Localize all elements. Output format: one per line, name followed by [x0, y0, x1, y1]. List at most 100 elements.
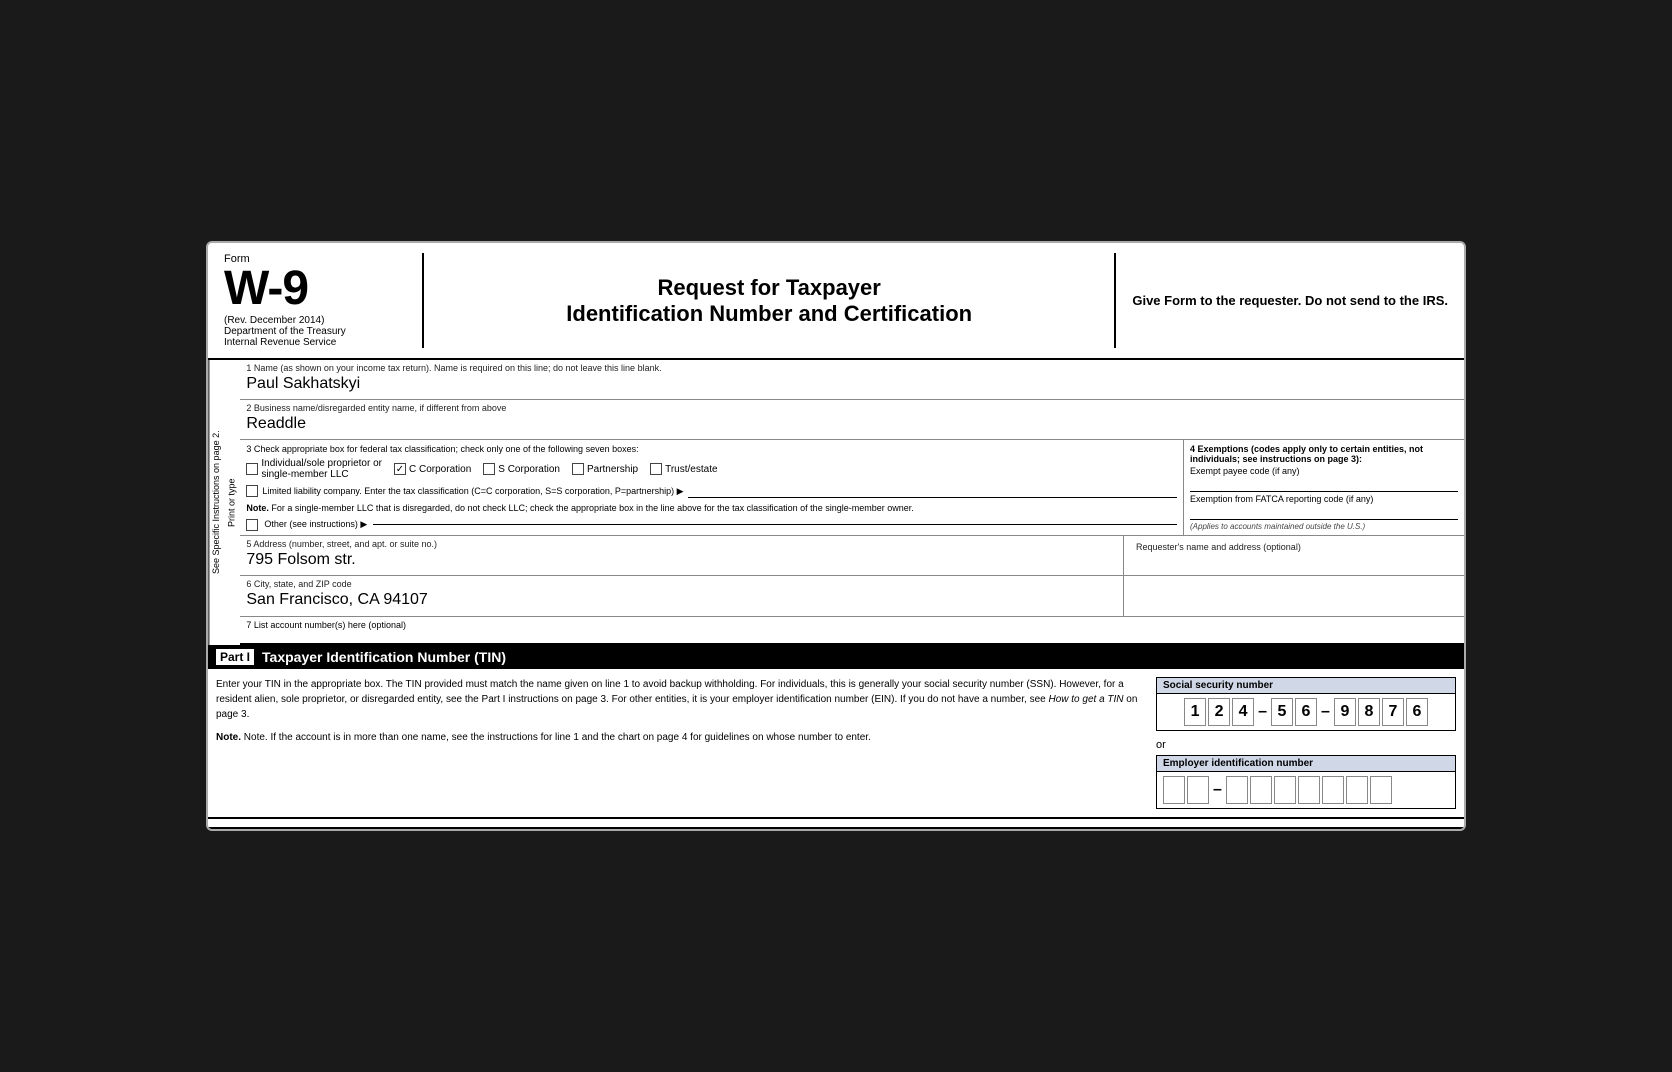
- field5-left: 5 Address (number, street, and apt. or s…: [240, 536, 1124, 575]
- field2-label: 2 Business name/disregarded entity name,…: [240, 400, 1464, 413]
- ein-digit-3[interactable]: [1226, 776, 1248, 804]
- main-content: 1 Name (as shown on your income tax retu…: [240, 360, 1464, 645]
- field6-row: 6 City, state, and ZIP code San Francisc…: [240, 576, 1464, 617]
- ein-digit-6[interactable]: [1298, 776, 1320, 804]
- ein-digit-2[interactable]: [1187, 776, 1209, 804]
- checkbox-partnership-label: Partnership: [587, 464, 638, 475]
- classification-row: 3 Check appropriate box for federal tax …: [240, 440, 1464, 536]
- field2-value[interactable]: Readdle: [240, 413, 1464, 439]
- ssn-dash-1: –: [1256, 703, 1269, 721]
- field1-value[interactable]: Paul Sakhatskyi: [240, 373, 1464, 399]
- ssn-digit-7[interactable]: 8: [1358, 698, 1380, 726]
- ein-digit-4[interactable]: [1250, 776, 1272, 804]
- part-i-para1: Enter your TIN in the appropriate box. T…: [216, 677, 1140, 722]
- note-bold: Note.: [246, 503, 269, 513]
- ssn-digit-1[interactable]: 1: [1184, 698, 1206, 726]
- llc-line[interactable]: [688, 484, 1177, 498]
- part-i-instructions-text: Enter your TIN in the appropriate box. T…: [216, 679, 1124, 705]
- ein-dash: –: [1211, 781, 1224, 799]
- side-label: See Specific Instructions on page 2. Pri…: [208, 360, 240, 645]
- exempt-payee-line[interactable]: [1190, 478, 1458, 492]
- checkbox-s-corp-box[interactable]: [483, 463, 495, 475]
- form-dept1: Department of the Treasury: [224, 326, 406, 337]
- checkbox-trust-box[interactable]: [650, 463, 662, 475]
- checkbox-individual[interactable]: Individual/sole proprietor orsingle-memb…: [246, 458, 382, 480]
- checkbox-llc-box[interactable]: [246, 485, 258, 497]
- ssn-digit-2[interactable]: 2: [1208, 698, 1230, 726]
- field6-left: 6 City, state, and ZIP code San Francisc…: [240, 576, 1124, 616]
- checkbox-s-corp[interactable]: S Corporation: [483, 463, 560, 475]
- checkbox-c-corp[interactable]: ✓ C Corporation: [394, 463, 471, 475]
- ssn-digit-5[interactable]: 6: [1295, 698, 1317, 726]
- requester-value-section[interactable]: [1124, 576, 1464, 616]
- ein-digit-5[interactable]: [1274, 776, 1296, 804]
- exempt-payee-item: Exempt payee code (if any): [1190, 466, 1458, 492]
- ein-label: Employer identification number: [1157, 756, 1455, 772]
- checkbox-individual-box[interactable]: [246, 463, 258, 475]
- form-id-section: Form W-9 (Rev. December 2014) Department…: [224, 253, 424, 348]
- ein-digit-9[interactable]: [1370, 776, 1392, 804]
- part-i-section: Part I Taxpayer Identification Number (T…: [208, 645, 1464, 829]
- ssn-digits-row: 1 2 4 – 5 6 – 9 8 7 6: [1157, 694, 1455, 730]
- other-line[interactable]: [373, 524, 1177, 525]
- llc-row: Limited liability company. Enter the tax…: [246, 484, 1177, 498]
- part-i-label: Part I: [216, 649, 254, 665]
- exemptions-section: 4 Exemptions (codes apply only to certai…: [1184, 440, 1464, 535]
- classification-left: 3 Check appropriate box for federal tax …: [240, 440, 1184, 535]
- fatca-label: Exemption from FATCA reporting code (if …: [1190, 494, 1373, 504]
- ssn-digit-8[interactable]: 7: [1382, 698, 1404, 726]
- field5-value[interactable]: 795 Folsom str.: [240, 549, 1123, 575]
- note-text: For a single-member LLC that is disregar…: [271, 503, 913, 513]
- form-title-line2: Identification Number and Certification: [566, 301, 972, 327]
- exemptions-header: 4 Exemptions (codes apply only to certai…: [1190, 444, 1458, 464]
- form-rev: (Rev. December 2014): [224, 315, 406, 326]
- part-i-tin-boxes: Social security number 1 2 4 – 5 6 – 9 8…: [1156, 677, 1456, 809]
- other-row: Other (see instructions) ▶: [246, 519, 1177, 531]
- applies-note: (Applies to accounts maintained outside …: [1190, 522, 1458, 531]
- note-row: Note. For a single-member LLC that is di…: [246, 502, 1177, 515]
- field2-row: 2 Business name/disregarded entity name,…: [240, 400, 1464, 440]
- field6-value[interactable]: San Francisco, CA 94107: [240, 589, 1123, 615]
- llc-text: Limited liability company. Enter the tax…: [262, 486, 683, 497]
- checkbox-trust[interactable]: Trust/estate: [650, 463, 717, 475]
- form-title-section: Request for Taxpayer Identification Numb…: [424, 253, 1114, 348]
- checkbox-partnership[interactable]: Partnership: [572, 463, 638, 475]
- form-header: Form W-9 (Rev. December 2014) Department…: [208, 243, 1464, 360]
- ssn-digit-9[interactable]: 6: [1406, 698, 1428, 726]
- field1-label: 1 Name (as shown on your income tax retu…: [240, 360, 1464, 373]
- side-label-line1: Print or type: [227, 366, 239, 639]
- ssn-digit-6[interactable]: 9: [1334, 698, 1356, 726]
- part-i-header: Part I Taxpayer Identification Number (T…: [208, 645, 1464, 669]
- requester-section: Requester's name and address (optional): [1124, 536, 1464, 575]
- ein-box: Employer identification number –: [1156, 755, 1456, 809]
- part-i-note-text: Note. If the account is in more than one…: [244, 732, 871, 743]
- form-give-instruction: Give Form to the requester. Do not send …: [1114, 253, 1448, 348]
- bottom-line: [208, 827, 1464, 829]
- checkboxes-row: Individual/sole proprietor orsingle-memb…: [246, 458, 1177, 480]
- form-title-line1: Request for Taxpayer: [658, 275, 881, 301]
- ssn-box: Social security number 1 2 4 – 5 6 – 9 8…: [1156, 677, 1456, 731]
- other-text: Other (see instructions) ▶: [264, 519, 367, 530]
- classification-header: 3 Check appropriate box for federal tax …: [246, 444, 1177, 454]
- w9-form: Form W-9 (Rev. December 2014) Department…: [206, 241, 1466, 831]
- checkbox-c-corp-box[interactable]: ✓: [394, 463, 406, 475]
- ein-digit-7[interactable]: [1322, 776, 1344, 804]
- part-i-title: Taxpayer Identification Number (TIN): [262, 649, 506, 665]
- ein-digit-8[interactable]: [1346, 776, 1368, 804]
- checkbox-partnership-box[interactable]: [572, 463, 584, 475]
- fatca-line[interactable]: [1190, 506, 1458, 520]
- form-number: W-9: [224, 265, 406, 313]
- ein-digit-1[interactable]: [1163, 776, 1185, 804]
- form-dept2: Internal Revenue Service: [224, 337, 406, 348]
- fatca-item: Exemption from FATCA reporting code (if …: [1190, 494, 1458, 520]
- requester-label: Requester's name and address (optional): [1130, 539, 1458, 552]
- field7-row: 7 List account number(s) here (optional): [240, 617, 1464, 645]
- or-text: or: [1156, 739, 1456, 751]
- ssn-digit-4[interactable]: 5: [1271, 698, 1293, 726]
- field5-label: 5 Address (number, street, and apt. or s…: [240, 536, 1123, 549]
- part-i-body: Enter your TIN in the appropriate box. T…: [208, 669, 1464, 819]
- checkbox-s-corp-label: S Corporation: [498, 464, 560, 475]
- ssn-digit-3[interactable]: 4: [1232, 698, 1254, 726]
- checkbox-other-box[interactable]: [246, 519, 258, 531]
- form-body: See Specific Instructions on page 2. Pri…: [208, 360, 1464, 645]
